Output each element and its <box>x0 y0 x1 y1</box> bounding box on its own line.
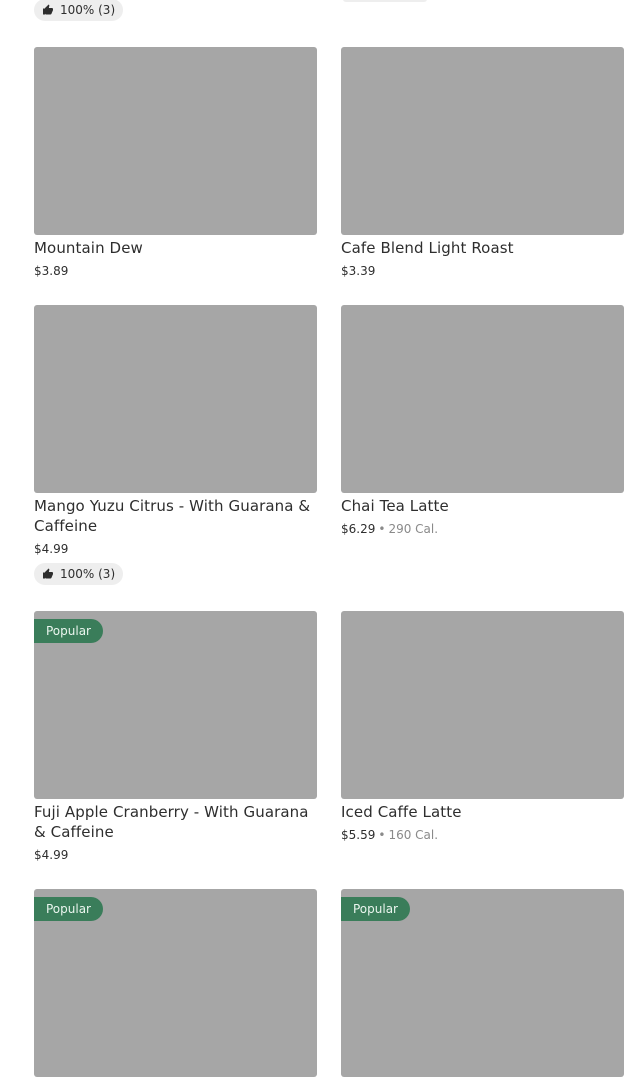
popular-badge: Popular <box>34 619 103 643</box>
item-image[interactable] <box>341 47 624 235</box>
thumbs-up-icon <box>43 568 53 579</box>
item-calories: 290 Cal. <box>388 522 439 536</box>
item-name: Cafe Blend Light Roast <box>341 239 514 257</box>
menu-item-card[interactable]: Mango Yuzu Citrus - With Guarana & Caffe… <box>34 305 317 587</box>
popular-badge: Popular <box>34 897 103 921</box>
item-meta: $3.89 <box>34 263 68 279</box>
rating-pill: 100% (3) <box>34 0 124 21</box>
item-name: Mountain Dew <box>34 239 143 257</box>
item-image[interactable] <box>341 611 624 799</box>
item-price: $6.29 <box>341 522 376 536</box>
menu-item-card[interactable]: Iced Caffe Latte $5.59 • 160 Cal. <box>341 611 624 851</box>
item-meta: $5.59 • 160 Cal. <box>341 827 438 843</box>
menu-item-card[interactable]: Mountain Dew $3.89 <box>34 47 317 287</box>
item-price: $5.59 <box>341 828 376 842</box>
item-name: Mango Yuzu Citrus - With Guarana & Caffe… <box>34 497 311 535</box>
rating-text: 100% (3) <box>60 567 116 581</box>
menu-item-card[interactable]: Cafe Blend Light Roast $3.39 <box>341 47 624 287</box>
separator-dot: • <box>378 522 386 536</box>
partial-element <box>343 0 427 2</box>
item-name: Iced Caffe Latte <box>341 803 462 821</box>
item-image[interactable] <box>341 305 624 493</box>
rating-pill: 100% (3) <box>34 563 124 585</box>
item-meta: $6.29 • 290 Cal. <box>341 521 438 537</box>
item-image[interactable] <box>34 305 317 493</box>
menu-item-card[interactable]: Popular <box>34 889 317 1084</box>
item-name: Chai Tea Latte <box>341 497 449 515</box>
item-image[interactable] <box>34 47 317 235</box>
item-price: $3.89 <box>34 264 69 278</box>
popular-badge: Popular <box>341 897 410 921</box>
item-price: $3.39 <box>341 264 376 278</box>
item-meta: $4.99 <box>34 847 68 863</box>
item-calories: 160 Cal. <box>388 828 439 842</box>
thumbs-up-icon <box>43 4 53 15</box>
item-meta: $3.39 <box>341 263 375 279</box>
menu-item-card[interactable]: Chai Tea Latte $6.29 • 290 Cal. <box>341 305 624 545</box>
item-price: $4.99 <box>34 542 69 556</box>
menu-item-card[interactable]: Popular Fuji Apple Cranberry - With Guar… <box>34 611 317 871</box>
menu-item-card[interactable]: Popular <box>341 889 624 1084</box>
item-price: $4.99 <box>34 848 69 862</box>
rating-text: 100% (3) <box>60 3 116 17</box>
separator-dot: • <box>378 828 386 842</box>
item-meta: $4.99 <box>34 541 68 557</box>
item-name: Fuji Apple Cranberry - With Guarana & Ca… <box>34 803 309 841</box>
